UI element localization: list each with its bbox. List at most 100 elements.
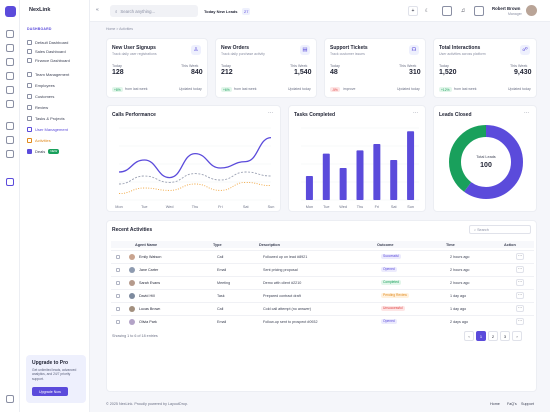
col-description[interactable]: Description bbox=[259, 243, 280, 247]
collapse-icon[interactable]: « bbox=[96, 7, 99, 13]
message-icon[interactable] bbox=[474, 6, 484, 16]
row-checkbox[interactable] bbox=[116, 307, 120, 311]
sidebar-item-employees[interactable]: Employees bbox=[27, 81, 85, 89]
new-badge: NEW bbox=[48, 148, 60, 154]
user-icon bbox=[27, 82, 32, 88]
mail-icon[interactable] bbox=[6, 100, 14, 108]
change-text: improve bbox=[343, 87, 356, 91]
activity-description: Sent pricing proposal bbox=[263, 267, 298, 272]
row-more-icon[interactable]: ··· bbox=[516, 305, 524, 312]
footer-link-home[interactable]: Home bbox=[490, 402, 500, 406]
row-more-icon[interactable]: ··· bbox=[516, 279, 524, 286]
sidebar-item-review[interactable]: Review bbox=[27, 103, 85, 111]
search-input[interactable]: ⌕ Search anything... bbox=[110, 5, 198, 17]
card-title: Support Tickets bbox=[330, 45, 368, 51]
next-page-button[interactable]: › bbox=[512, 331, 522, 341]
updated-text: Updated today bbox=[288, 87, 311, 91]
sidebar-item-customers[interactable]: Customers bbox=[27, 92, 85, 100]
table-header-bg bbox=[111, 241, 534, 248]
apps-icon[interactable] bbox=[442, 6, 452, 16]
series-line-3 bbox=[118, 181, 272, 195]
report-icon[interactable] bbox=[6, 150, 14, 158]
search-icon: ⌕ bbox=[115, 8, 118, 14]
today-value: 212 bbox=[221, 69, 233, 76]
more-icon[interactable]: ··· bbox=[268, 110, 273, 116]
users-icon[interactable] bbox=[6, 58, 14, 66]
footer-link-faq[interactable]: FaQ's bbox=[507, 402, 517, 406]
row-checkbox[interactable] bbox=[116, 255, 120, 259]
sidebar-item-deals[interactable]: Deals NEW bbox=[27, 147, 85, 155]
table-row: Lucas Brown Call Cold call attempt (no ans… bbox=[111, 302, 534, 314]
activity-type: Call bbox=[217, 306, 224, 311]
change-text: from last week bbox=[454, 87, 477, 91]
row-more-icon[interactable]: ··· bbox=[516, 292, 524, 299]
calendar-icon[interactable] bbox=[6, 122, 14, 130]
sidebar-item-team-management[interactable]: Team Management bbox=[27, 70, 85, 78]
plus-icon[interactable] bbox=[6, 178, 14, 186]
col-type[interactable]: Type bbox=[213, 243, 222, 247]
activity-type: Call bbox=[217, 254, 224, 259]
page-3-button[interactable]: 3 bbox=[500, 331, 510, 341]
donut-center-label: Total Leads bbox=[476, 155, 496, 159]
today-value: 1,520 bbox=[439, 69, 457, 76]
sidebar-item-sales-dashboard[interactable]: Sales Dashboard bbox=[27, 47, 85, 55]
row-checkbox[interactable] bbox=[116, 320, 120, 324]
row-checkbox[interactable] bbox=[116, 281, 120, 285]
file-icon[interactable] bbox=[6, 136, 14, 144]
promo-title: Upgrade to Pro bbox=[32, 360, 69, 366]
avatar[interactable] bbox=[526, 5, 537, 16]
activity-time: 2 hours ago bbox=[450, 254, 470, 259]
change-badge: +12% bbox=[439, 87, 452, 93]
user-name[interactable]: Robert Brown bbox=[492, 6, 520, 11]
logout-icon[interactable] bbox=[6, 395, 14, 403]
today-label: Today bbox=[112, 64, 122, 68]
footer-link-support[interactable]: Support bbox=[521, 402, 534, 406]
bar bbox=[339, 168, 347, 200]
grid-icon[interactable] bbox=[6, 44, 14, 52]
sidebar-item-user-management[interactable]: User Management bbox=[27, 125, 85, 133]
row-checkbox[interactable] bbox=[116, 294, 120, 298]
agent-name: David Hill bbox=[139, 293, 155, 298]
user-settings-icon bbox=[27, 126, 32, 132]
prev-page-button[interactable]: ‹ bbox=[464, 331, 474, 341]
chart-icon[interactable] bbox=[6, 72, 14, 80]
more-icon[interactable]: ··· bbox=[524, 110, 529, 116]
settings-icon[interactable] bbox=[6, 86, 14, 94]
activity-time: 2 days ago bbox=[450, 319, 469, 324]
row-more-icon[interactable]: ··· bbox=[516, 253, 524, 260]
add-icon[interactable]: + bbox=[408, 6, 418, 16]
home-icon[interactable] bbox=[6, 30, 14, 38]
headset-icon: ☊ bbox=[409, 45, 419, 55]
sidebar-item-activities[interactable]: Activities bbox=[27, 136, 85, 144]
activity-time: 1 day ago bbox=[450, 293, 467, 298]
agent-avatar bbox=[129, 293, 135, 299]
page-1-button[interactable]: 1 bbox=[476, 331, 486, 341]
col-outcome[interactable]: Outcome bbox=[377, 243, 393, 247]
week-value: 1,540 bbox=[294, 69, 312, 76]
sidebar-item-default-dashboard[interactable]: Default Dashboard bbox=[27, 38, 85, 46]
sidebar-item-tasks-projects[interactable]: Tasks & Projects bbox=[27, 114, 85, 122]
page-2-button[interactable]: 2 bbox=[488, 331, 498, 341]
interaction-icon: ☍ bbox=[520, 45, 530, 55]
chart-title: Leads Closed bbox=[439, 112, 472, 118]
more-icon[interactable]: ··· bbox=[413, 110, 418, 116]
col-agent[interactable]: Agent Name bbox=[135, 243, 157, 247]
table-search-input[interactable]: ⌕ Search bbox=[469, 225, 531, 234]
upgrade-button[interactable]: Upgrade Now bbox=[32, 387, 68, 396]
today-label: Today bbox=[221, 64, 231, 68]
bell-icon[interactable]: ♫ bbox=[458, 6, 468, 16]
agent-name: Olivia Park bbox=[139, 319, 157, 324]
sidebar-item-finance-dashboard[interactable]: Finance Dashboard bbox=[27, 56, 85, 64]
week-label: This Week bbox=[290, 64, 308, 68]
activity-time: 1 day ago bbox=[450, 306, 467, 311]
x-tick-label: Sun bbox=[407, 205, 414, 209]
row-more-icon[interactable]: ··· bbox=[516, 318, 524, 325]
outcome-badge: Completed bbox=[381, 279, 401, 285]
col-time[interactable]: Time bbox=[446, 243, 455, 247]
row-checkbox[interactable] bbox=[116, 268, 120, 272]
theme-icon[interactable]: ☾ bbox=[422, 6, 432, 16]
card-title: New Orders bbox=[221, 45, 250, 51]
week-label: This Week bbox=[399, 64, 417, 68]
row-more-icon[interactable]: ··· bbox=[516, 266, 524, 273]
outcome-badge: Opened bbox=[381, 318, 397, 324]
